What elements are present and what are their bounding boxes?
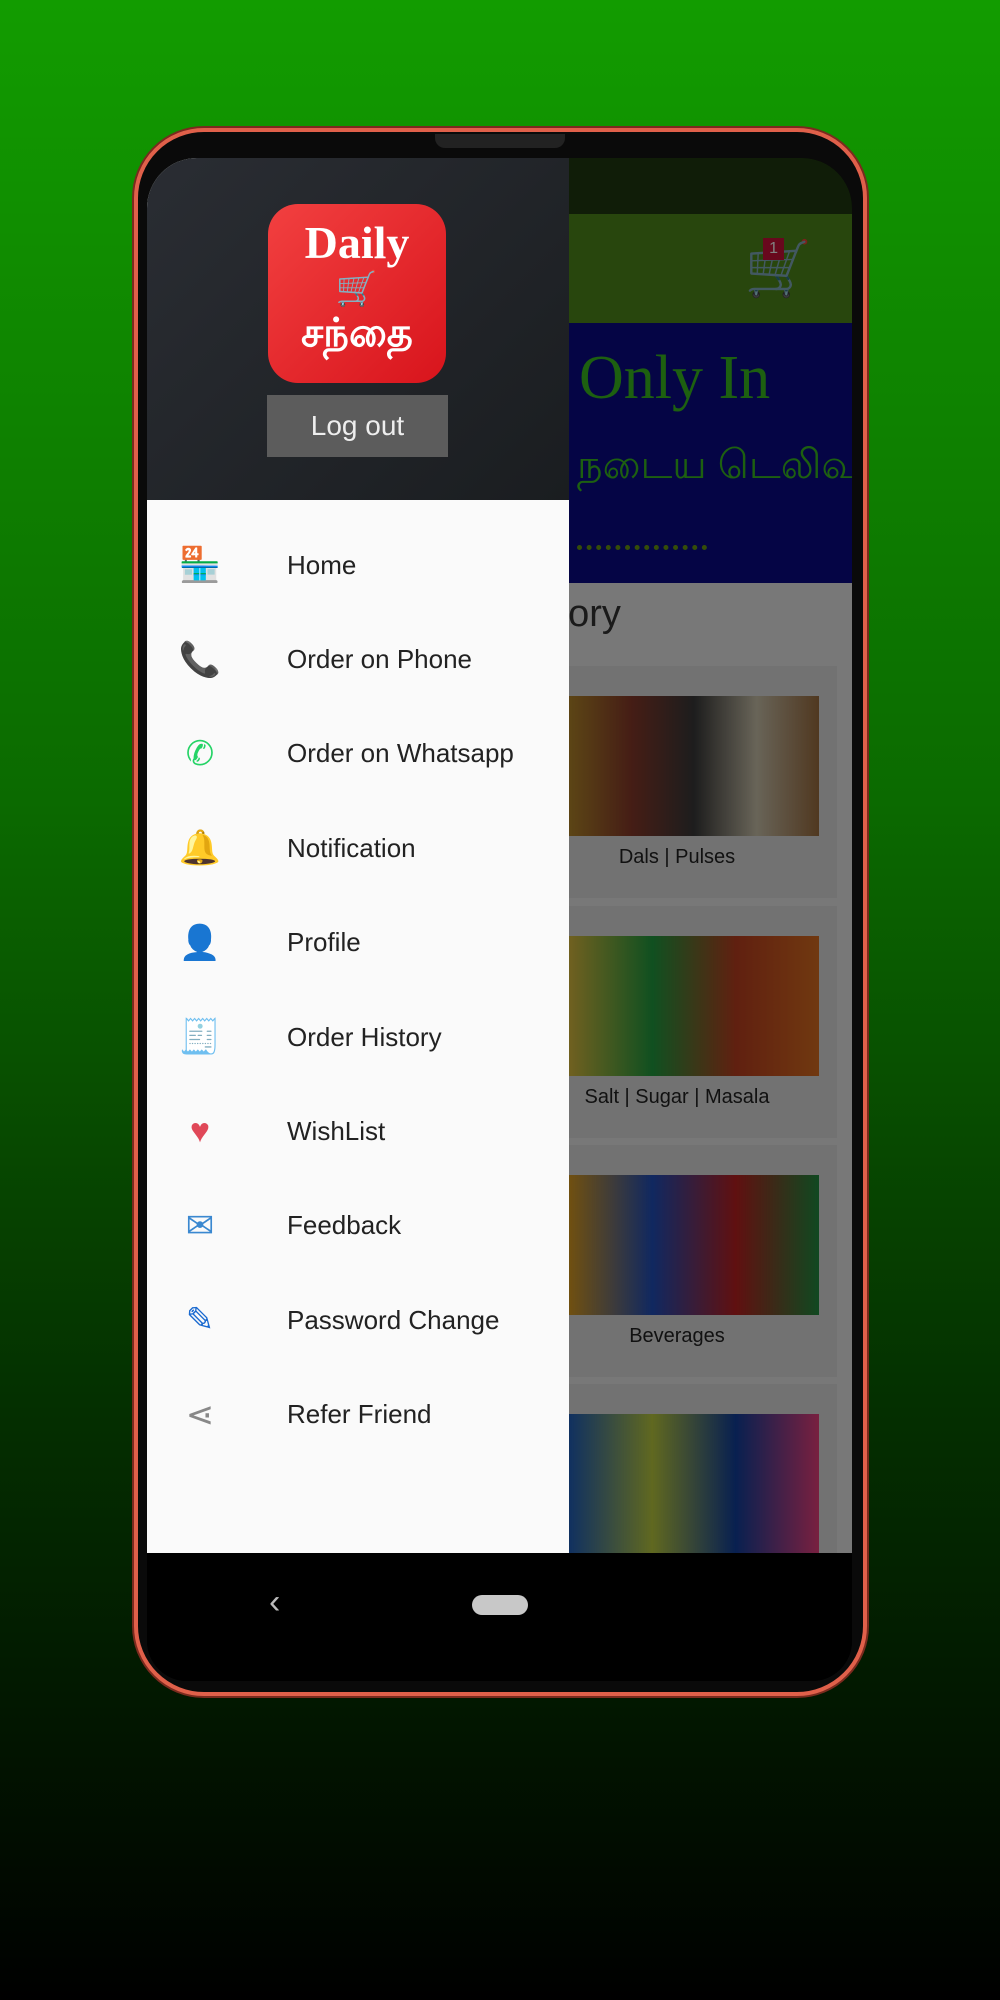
phone-speaker	[435, 134, 565, 148]
menu-item-refer-friend[interactable]: ⋖ Refer Friend	[147, 1368, 569, 1462]
menu-item-order-on-phone[interactable]: 📞 Order on Phone	[147, 612, 569, 706]
back-icon[interactable]: ‹	[269, 1583, 280, 1622]
menu-item-label: Feedback	[287, 1210, 402, 1241]
banner-headline: Only In	[579, 344, 771, 412]
banner-tamil-text: நடைய டெலிவரி	[577, 443, 852, 487]
navigation-drawer: Daily 🛒 சந்தை Log out 🏪 Home 📞 Order on Phone…	[147, 158, 569, 1553]
drawer-header: Daily 🛒 சந்தை Log out	[147, 158, 569, 500]
whatsapp-icon: ✆	[185, 734, 215, 773]
menu-item-label: Order on Whatsapp	[287, 738, 514, 769]
menu-item-profile[interactable]: 👤 Profile	[147, 896, 569, 990]
menu-item-notification[interactable]: 🔔 Notification	[147, 801, 569, 895]
category-image	[569, 1414, 819, 1554]
cart-badge: 1	[763, 238, 784, 260]
share-icon: ⋖	[185, 1395, 215, 1434]
menu-item-home[interactable]: 🏪 Home	[147, 518, 569, 612]
menu-item-label: Refer Friend	[287, 1399, 432, 1430]
phone-icon: 📞	[178, 640, 222, 679]
system-nav-bar: ‹	[147, 1553, 852, 1681]
menu-item-label: Order History	[287, 1021, 442, 1052]
menu-item-password-change[interactable]: ✎ Password Change	[147, 1273, 569, 1367]
menu-item-label: Home	[287, 549, 357, 580]
menu-item-label: Profile	[287, 927, 361, 958]
home-pill-button[interactable]	[472, 1595, 528, 1615]
menu-item-label: Notification	[287, 832, 416, 863]
heart-icon: ♥	[189, 1112, 211, 1151]
bell-icon: 🔔	[178, 829, 222, 868]
receipt-icon: 🧾	[178, 1018, 222, 1057]
category-image	[569, 1175, 819, 1315]
category-image	[569, 936, 819, 1076]
menu-item-wishlist[interactable]: ♥ WishList	[147, 1084, 569, 1178]
category-image	[569, 696, 819, 836]
menu-item-label: WishList	[287, 1116, 386, 1147]
logout-button[interactable]: Log out	[267, 395, 448, 457]
banner-dots	[577, 545, 707, 550]
menu-item-order-history[interactable]: 🧾 Order History	[147, 990, 569, 1084]
app-logo: Daily 🛒 சந்தை	[268, 204, 446, 383]
menu-item-order-on-whatsapp[interactable]: ✆ Order on Whatsapp	[147, 707, 569, 801]
feedback-mail-icon: ✉	[185, 1206, 215, 1245]
pencil-icon: ✎	[185, 1301, 215, 1340]
drawer-menu: 🏪 Home 📞 Order on Phone ✆ Order on Whatsapp 🔔 N…	[147, 518, 569, 1462]
store-icon: 🏪	[178, 546, 222, 585]
user-icon: 👤	[178, 923, 222, 962]
menu-item-label: Order on Phone	[287, 644, 473, 675]
screen: 🛒 1 Only In நடைய டெலிவரி gory Dals | Pul…	[147, 158, 852, 1681]
menu-item-label: Password Change	[287, 1304, 500, 1335]
menu-item-feedback[interactable]: ✉ Feedback	[147, 1179, 569, 1273]
